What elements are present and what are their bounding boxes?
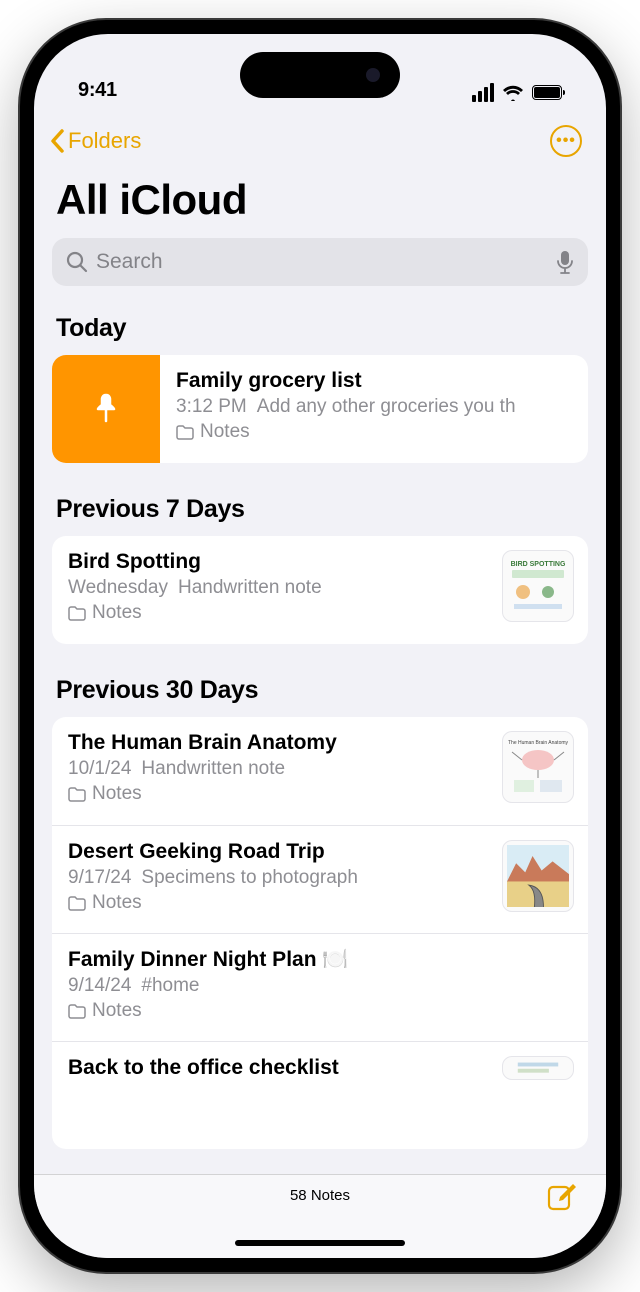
nav-bar: Folders ••• — [34, 110, 606, 166]
page-title: All iCloud — [56, 176, 588, 224]
section-header-today: Today — [56, 314, 588, 343]
more-button[interactable]: ••• — [550, 125, 582, 157]
phone-frame: 9:41 Folders ••• All iCloud — [20, 20, 620, 1272]
note-row[interactable]: Desert Geeking Road Trip 9/17/24 Specime… — [52, 825, 588, 933]
note-title: Desert Geeking Road Trip — [68, 840, 490, 864]
compose-button[interactable] — [546, 1181, 578, 1218]
today-list: Family grocery list 3:12 PM Add any othe… — [52, 355, 588, 463]
folder-icon — [68, 896, 86, 911]
note-meta: 10/1/24 Handwritten note — [68, 758, 490, 780]
search-placeholder: Search — [96, 250, 163, 274]
note-row-pinned[interactable]: Family grocery list 3:12 PM Add any othe… — [52, 355, 588, 463]
note-meta: 3:12 PM Add any other groceries you th — [176, 396, 574, 418]
note-row[interactable]: Family Dinner Night Plan 🍽️ 9/14/24 #hom… — [52, 933, 588, 1041]
note-folder: Notes — [68, 783, 490, 805]
dynamic-island — [240, 52, 400, 98]
status-time: 9:41 — [78, 79, 117, 102]
compose-icon — [546, 1181, 578, 1213]
note-folder: Notes — [68, 1000, 574, 1022]
folder-icon — [68, 606, 86, 621]
back-label: Folders — [68, 128, 141, 154]
note-folder: Notes — [68, 892, 490, 914]
note-row[interactable]: The Human Brain Anatomy 10/1/24 Handwrit… — [52, 717, 588, 825]
note-folder: Notes — [68, 602, 490, 624]
note-thumbnail: The Human Brain Anatomy — [502, 731, 574, 803]
folder-icon — [68, 787, 86, 802]
prev7-list: Bird Spotting Wednesday Handwritten note… — [52, 536, 588, 644]
note-folder: Notes — [176, 421, 574, 443]
mic-icon[interactable] — [556, 250, 574, 274]
home-indicator[interactable] — [235, 1240, 405, 1246]
search-icon — [66, 251, 88, 273]
bottom-toolbar: 58 Notes — [34, 1174, 606, 1258]
content-scroll[interactable]: All iCloud Search Today Family grocery l… — [34, 166, 606, 1174]
folder-icon — [68, 1004, 86, 1019]
wifi-icon — [502, 85, 524, 101]
note-title: Family grocery list — [176, 369, 574, 393]
search-input[interactable]: Search — [52, 238, 588, 286]
battery-icon — [532, 85, 562, 100]
note-meta: 9/14/24 #home — [68, 975, 574, 997]
note-title: Back to the office checklist — [68, 1056, 490, 1080]
back-button[interactable]: Folders — [48, 128, 141, 154]
note-title: Bird Spotting — [68, 550, 490, 574]
status-indicators — [472, 83, 562, 102]
chevron-left-icon — [48, 128, 66, 154]
note-title: The Human Brain Anatomy — [68, 731, 490, 755]
prev30-list: The Human Brain Anatomy 10/1/24 Handwrit… — [52, 717, 588, 1149]
screen: 9:41 Folders ••• All iCloud — [34, 34, 606, 1258]
pinned-indicator — [52, 355, 160, 463]
note-title: Family Dinner Night Plan 🍽️ — [68, 948, 574, 972]
section-header-prev7: Previous 7 Days — [56, 495, 588, 524]
note-thumbnail: BIRD SPOTTING — [502, 550, 574, 622]
notes-count: 58 Notes — [290, 1187, 350, 1204]
note-thumbnail — [502, 1056, 574, 1080]
section-header-prev30: Previous 30 Days — [56, 676, 588, 705]
folder-icon — [176, 425, 194, 440]
cellular-icon — [472, 83, 494, 102]
note-row[interactable]: Back to the office checklist — [52, 1041, 588, 1149]
note-meta: 9/17/24 Specimens to photograph — [68, 867, 490, 889]
pin-icon — [88, 391, 124, 427]
note-meta: Wednesday Handwritten note — [68, 577, 490, 599]
note-row[interactable]: Bird Spotting Wednesday Handwritten note… — [52, 536, 588, 644]
note-thumbnail — [502, 840, 574, 912]
